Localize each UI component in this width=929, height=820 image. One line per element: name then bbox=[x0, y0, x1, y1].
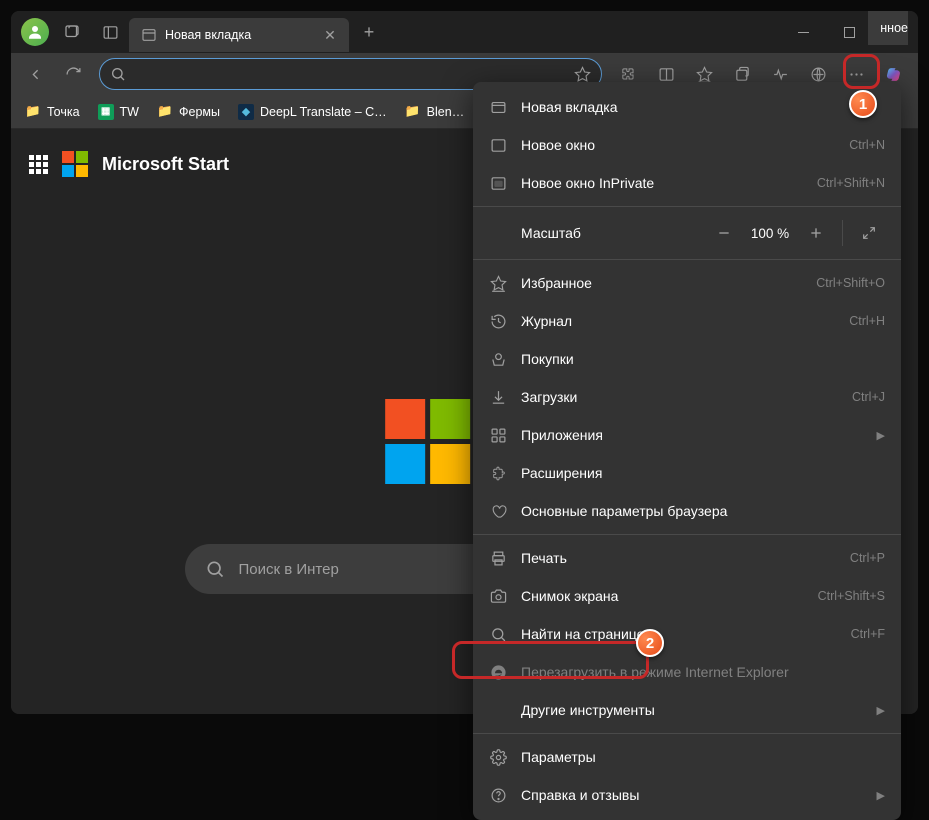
downloads-icon bbox=[489, 388, 507, 406]
menu-shopping[interactable]: Покупки bbox=[473, 340, 901, 378]
find-icon bbox=[489, 625, 507, 643]
menu-more-tools[interactable]: Другие инструменты ▶ bbox=[473, 691, 901, 729]
extensions-icon bbox=[489, 464, 507, 482]
bookmark-item[interactable]: 📁 Точка bbox=[17, 100, 88, 124]
favorites-icon bbox=[489, 274, 507, 292]
bookmark-item[interactable]: ◆ DeepL Translate – С… bbox=[230, 100, 395, 124]
menu-help[interactable]: Справка и отзывы ▶ bbox=[473, 776, 901, 814]
new-window-icon bbox=[489, 136, 507, 154]
menu-print[interactable]: Печать Ctrl+P bbox=[473, 539, 901, 577]
annotation-badge-1: 1 bbox=[849, 90, 877, 118]
microsoft-logo-icon bbox=[62, 151, 88, 177]
fullscreen-button[interactable] bbox=[853, 217, 885, 249]
workspaces-icon[interactable] bbox=[53, 13, 91, 51]
zoom-in-button[interactable] bbox=[800, 217, 832, 249]
ie-icon bbox=[489, 663, 507, 681]
bookmarks-overflow[interactable]: нное bbox=[868, 11, 908, 45]
tab-page-icon bbox=[141, 27, 157, 43]
search-icon bbox=[205, 559, 225, 579]
menu-inprivate[interactable]: Новое окно InPrivate Ctrl+Shift+N bbox=[473, 164, 901, 202]
bookmark-label: Точка bbox=[47, 105, 80, 119]
menu-screenshot[interactable]: Снимок экрана Ctrl+Shift+S bbox=[473, 577, 901, 615]
tab-close-button[interactable]: ✕ bbox=[321, 26, 339, 44]
menu-find[interactable]: Найти на странице Ctrl+F bbox=[473, 615, 901, 653]
folder-icon: 📁 bbox=[405, 104, 421, 120]
menu-apps[interactable]: Приложения ▶ bbox=[473, 416, 901, 454]
menu-new-window[interactable]: Новое окно Ctrl+N bbox=[473, 126, 901, 164]
menu-new-tab[interactable]: Новая вкладка bbox=[473, 88, 901, 126]
deepl-icon: ◆ bbox=[238, 104, 254, 120]
folder-icon: 📁 bbox=[25, 104, 41, 120]
bookmark-label: DeepL Translate – С… bbox=[260, 105, 387, 119]
bookmark-label: TW bbox=[120, 105, 139, 119]
microsoft-logo-large-icon bbox=[385, 399, 470, 484]
heart-icon bbox=[489, 502, 507, 520]
history-icon bbox=[489, 312, 507, 330]
new-tab-icon bbox=[489, 98, 507, 116]
search-icon bbox=[110, 66, 126, 82]
menu-essentials[interactable]: Основные параметры браузера bbox=[473, 492, 901, 530]
screenshot-icon bbox=[489, 587, 507, 605]
bookmark-label: Blen… bbox=[427, 105, 465, 119]
sheets-icon: ▦ bbox=[98, 104, 114, 120]
app-launcher-icon[interactable] bbox=[29, 155, 48, 174]
search-placeholder: Поиск в Интер bbox=[239, 561, 339, 578]
submenu-arrow-icon: ▶ bbox=[877, 704, 885, 717]
titlebar: Новая вкладка ✕ + bbox=[11, 11, 918, 53]
help-icon bbox=[489, 786, 507, 804]
favorite-star-icon[interactable] bbox=[574, 66, 591, 83]
submenu-arrow-icon: ▶ bbox=[877, 429, 885, 442]
back-button[interactable] bbox=[17, 57, 53, 91]
ms-start-header: Microsoft Start bbox=[29, 151, 229, 177]
window-minimize-button[interactable] bbox=[780, 11, 826, 53]
new-tab-button[interactable]: + bbox=[353, 16, 385, 48]
more-menu: Новая вкладка Новое окно Ctrl+N Новое ок… bbox=[473, 82, 901, 820]
menu-history[interactable]: Журнал Ctrl+H bbox=[473, 302, 901, 340]
bookmark-label: Фермы bbox=[179, 105, 220, 119]
bookmark-item[interactable]: 📁 Blen… bbox=[397, 100, 473, 124]
browser-tab[interactable]: Новая вкладка ✕ bbox=[129, 18, 349, 52]
profile-avatar[interactable] bbox=[21, 18, 49, 46]
menu-settings[interactable]: Параметры bbox=[473, 738, 901, 776]
zoom-value: 100 % bbox=[744, 226, 796, 241]
bookmark-item[interactable]: ▦ TW bbox=[90, 100, 147, 124]
menu-ie-reload: Перезагрузить в режиме Internet Explorer bbox=[473, 653, 901, 691]
bookmark-item[interactable]: 📁 Фермы bbox=[149, 100, 228, 124]
apps-icon bbox=[489, 426, 507, 444]
ms-start-title: Microsoft Start bbox=[102, 154, 229, 175]
print-icon bbox=[489, 549, 507, 567]
tab-title: Новая вкладка bbox=[165, 28, 313, 42]
annotation-badge-2: 2 bbox=[636, 629, 664, 657]
address-input[interactable] bbox=[134, 66, 566, 83]
shopping-icon bbox=[489, 350, 507, 368]
vertical-tabs-icon[interactable] bbox=[91, 13, 129, 51]
inprivate-icon bbox=[489, 174, 507, 192]
gear-icon bbox=[489, 748, 507, 766]
submenu-arrow-icon: ▶ bbox=[877, 789, 885, 802]
window-maximize-button[interactable] bbox=[826, 11, 872, 53]
refresh-button[interactable] bbox=[55, 57, 91, 91]
menu-favorites[interactable]: Избранное Ctrl+Shift+O bbox=[473, 264, 901, 302]
zoom-out-button[interactable] bbox=[708, 217, 740, 249]
folder-icon: 📁 bbox=[157, 104, 173, 120]
menu-extensions[interactable]: Расширения bbox=[473, 454, 901, 492]
menu-downloads[interactable]: Загрузки Ctrl+J bbox=[473, 378, 901, 416]
menu-zoom: Масштаб 100 % bbox=[473, 211, 901, 255]
